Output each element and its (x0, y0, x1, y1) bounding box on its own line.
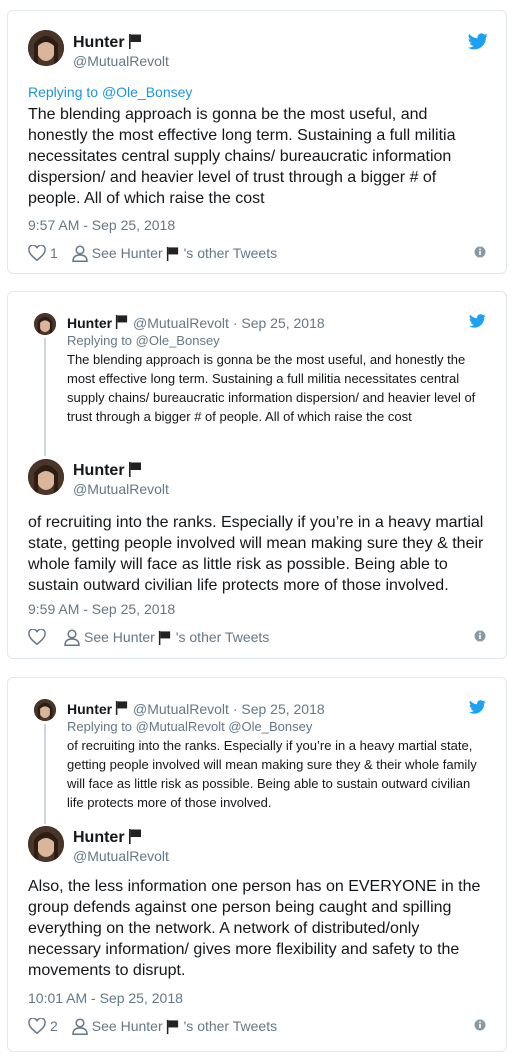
black-flag-icon (116, 700, 128, 715)
quoted-avatar[interactable] (34, 313, 56, 335)
reply-target-link[interactable]: @Ole_Bonsey (102, 84, 192, 100)
info-icon[interactable] (474, 1019, 486, 1031)
see-other-suffix: 's other Tweets (175, 629, 270, 645)
timestamp[interactable]: 9:57 AM - Sep 25, 2018 (28, 217, 175, 233)
quoted-header: Hunter @MutualRevolt · Sep 25, 2018 (67, 700, 325, 717)
author-handle[interactable]: @MutualRevolt (73, 53, 169, 69)
avatar[interactable] (28, 30, 64, 66)
user-icon (64, 628, 80, 646)
tweet-text: of recruiting into the ranks. Especially… (28, 514, 484, 594)
twitter-bird-icon[interactable] (469, 700, 486, 714)
author-name[interactable]: Hunter (73, 828, 143, 847)
tweet-card-3: Hunter @MutualRevolt · Sep 25, 2018 Repl… (7, 677, 507, 1052)
quoted-replying-to[interactable]: Replying to @MutualRevolt @Ole_Bonsey (67, 719, 312, 734)
quoted-header: Hunter @MutualRevolt · Sep 25, 2018 (67, 314, 325, 331)
tweet-text: The blending approach is gonna be the mo… (28, 106, 456, 207)
quoted-author-name[interactable]: Hunter (67, 701, 112, 717)
quoted-author-name[interactable]: Hunter (67, 315, 112, 331)
avatar[interactable] (28, 459, 64, 495)
see-other-tweets-link[interactable]: See Hunter 's other Tweets (72, 244, 278, 262)
see-other-tweets-link[interactable]: See Hunter 's other Tweets (72, 1017, 278, 1035)
tweet-card-2: Hunter @MutualRevolt · Sep 25, 2018 Repl… (7, 291, 507, 659)
see-other-suffix: 's other Tweets (183, 245, 278, 261)
tweet-card-1: Hunter @MutualRevolt Replying to @Ole_Bo… (7, 10, 507, 274)
timestamp[interactable]: 9:59 AM - Sep 25, 2018 (28, 601, 175, 617)
quoted-avatar[interactable] (34, 699, 56, 721)
avatar[interactable] (28, 826, 64, 862)
author-name[interactable]: Hunter (73, 33, 143, 52)
author-handle[interactable]: @MutualRevolt (73, 481, 169, 497)
replying-to: Replying to @Ole_Bonsey (28, 84, 192, 100)
quoted-tweet-text: The blending approach is gonna be the mo… (67, 352, 476, 424)
black-flag-icon (158, 630, 170, 645)
info-icon[interactable] (474, 630, 486, 642)
like-button[interactable] (28, 629, 50, 645)
author-name[interactable]: Hunter (73, 461, 143, 480)
thread-line (44, 338, 46, 456)
black-flag-icon (128, 829, 141, 844)
like-button[interactable]: 2 (28, 1018, 58, 1034)
heart-icon (28, 1018, 46, 1034)
tweet-actions: 2 See Hunter 's other Tweets (28, 1015, 277, 1037)
replying-prefix: Replying to (28, 84, 102, 100)
like-count: 2 (50, 1018, 58, 1034)
like-button[interactable]: 1 (28, 245, 58, 261)
tweet-actions: 1 See Hunter 's other Tweets (28, 242, 277, 264)
quoted-replying-to[interactable]: Replying to @Ole_Bonsey (67, 333, 220, 348)
user-icon (72, 1017, 88, 1035)
heart-icon (28, 245, 46, 261)
see-other-prefix: See Hunter (91, 245, 163, 261)
black-flag-icon (166, 1019, 178, 1034)
info-icon[interactable] (474, 246, 486, 258)
thread-line (44, 724, 46, 824)
timestamp[interactable]: 10:01 AM - Sep 25, 2018 (28, 990, 183, 1006)
author-handle[interactable]: @MutualRevolt (73, 848, 169, 864)
black-flag-icon (128, 34, 141, 49)
quoted-meta[interactable]: @MutualRevolt · Sep 25, 2018 (133, 315, 325, 331)
twitter-bird-icon[interactable] (469, 314, 486, 328)
see-other-suffix: 's other Tweets (183, 1018, 278, 1034)
black-flag-icon (128, 462, 141, 477)
user-icon (72, 244, 88, 262)
see-other-prefix: See Hunter (84, 629, 155, 645)
quoted-tweet-text: of recruiting into the ranks. Especially… (67, 738, 477, 810)
see-other-tweets-link[interactable]: See Hunter 's other Tweets (64, 628, 270, 646)
black-flag-icon (116, 314, 128, 329)
black-flag-icon (166, 246, 178, 261)
like-count: 1 (50, 245, 58, 261)
tweet-actions: See Hunter 's other Tweets (28, 626, 269, 648)
tweet-text: Also, the less information one person ha… (28, 878, 481, 979)
twitter-bird-icon[interactable] (468, 33, 488, 50)
heart-icon (28, 629, 46, 645)
see-other-prefix: See Hunter (91, 1018, 163, 1034)
quoted-meta[interactable]: @MutualRevolt · Sep 25, 2018 (133, 701, 325, 717)
